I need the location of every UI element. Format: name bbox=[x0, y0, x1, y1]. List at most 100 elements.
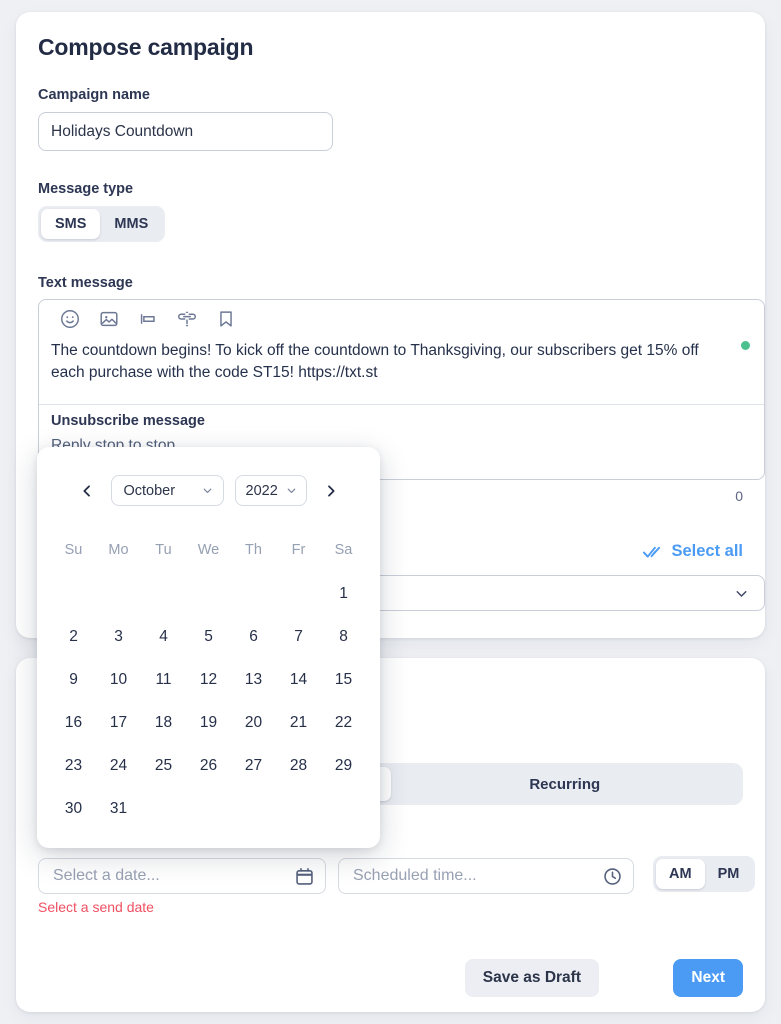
calendar-day-9[interactable]: 9 bbox=[51, 658, 96, 701]
calendar-day-11[interactable]: 11 bbox=[141, 658, 186, 701]
calendar-week-row: 30 31 bbox=[37, 787, 380, 830]
scheduled-time-placeholder: Scheduled time... bbox=[353, 867, 477, 884]
clock-icon[interactable] bbox=[602, 866, 623, 887]
meridiem-option-pm[interactable]: PM bbox=[705, 859, 753, 889]
chevron-right-icon[interactable] bbox=[318, 478, 344, 504]
calendar-day-20[interactable]: 20 bbox=[231, 701, 276, 744]
app-root: Compose campaign Campaign name Message t… bbox=[0, 0, 781, 1024]
calendar-day-8[interactable]: 8 bbox=[321, 615, 366, 658]
calendar-day-29[interactable]: 29 bbox=[321, 744, 366, 787]
calendar-day-17[interactable]: 17 bbox=[96, 701, 141, 744]
calendar-day-4[interactable]: 4 bbox=[141, 615, 186, 658]
send-date-input[interactable]: Select a date... bbox=[38, 858, 326, 894]
calendar-week-row: 1 bbox=[37, 572, 380, 615]
merge-field-icon[interactable] bbox=[137, 308, 159, 330]
select-all-label: Select all bbox=[671, 542, 743, 560]
send-date-placeholder: Select a date... bbox=[53, 867, 160, 884]
calendar-day-empty bbox=[231, 572, 276, 615]
save-as-draft-button[interactable]: Save as Draft bbox=[464, 959, 599, 997]
short-link-icon[interactable] bbox=[176, 308, 198, 330]
calendar-day-empty bbox=[186, 572, 231, 615]
calendar-day-empty bbox=[96, 572, 141, 615]
next-button[interactable]: Next bbox=[673, 959, 743, 997]
calendar-day-empty bbox=[141, 787, 186, 830]
editor-divider bbox=[39, 404, 764, 405]
chevron-left-icon[interactable] bbox=[74, 478, 100, 504]
weekday-fr: Fr bbox=[291, 542, 306, 558]
calendar-day-5[interactable]: 5 bbox=[186, 615, 231, 658]
scheduled-time-input[interactable]: Scheduled time... bbox=[338, 858, 634, 894]
weekday-header-row: Su Mo Tu We Th Fr Sa bbox=[37, 542, 380, 558]
calendar-day-21[interactable]: 21 bbox=[276, 701, 321, 744]
calendar-day-6[interactable]: 6 bbox=[231, 615, 276, 658]
weekday-sa: Sa bbox=[334, 542, 353, 558]
calendar-day-3[interactable]: 3 bbox=[96, 615, 141, 658]
calendar-grid: 1 2 3 4 5 6 7 8 9 10 11 12 13 14 15 16 17 18 19 20 21 22 23 24 2… bbox=[37, 572, 380, 830]
calendar-day-14[interactable]: 14 bbox=[276, 658, 321, 701]
message-type-option-sms[interactable]: SMS bbox=[41, 209, 101, 239]
image-icon[interactable] bbox=[98, 308, 120, 330]
calendar-day-10[interactable]: 10 bbox=[96, 658, 141, 701]
calendar-day-26[interactable]: 26 bbox=[186, 744, 231, 787]
calendar-day-7[interactable]: 7 bbox=[276, 615, 321, 658]
calendar-day-empty bbox=[321, 787, 366, 830]
calendar-day-25[interactable]: 25 bbox=[141, 744, 186, 787]
month-value: October bbox=[123, 482, 176, 499]
calendar-day-22[interactable]: 22 bbox=[321, 701, 366, 744]
schedule-mode-option-recurring[interactable]: Recurring bbox=[391, 767, 740, 801]
calendar-day-12[interactable]: 12 bbox=[186, 658, 231, 701]
editor-toolbar bbox=[39, 300, 764, 334]
meridiem-option-am[interactable]: AM bbox=[656, 859, 705, 889]
message-status-dot bbox=[741, 341, 750, 350]
calendar-day-2[interactable]: 2 bbox=[51, 615, 96, 658]
template-bookmark-icon[interactable] bbox=[215, 308, 237, 330]
year-select[interactable]: 2022 bbox=[234, 475, 307, 506]
meridiem-toggle[interactable]: AM PM bbox=[653, 856, 756, 892]
calendar-week-row: 23 24 25 26 27 28 29 bbox=[37, 744, 380, 787]
calendar-day-18[interactable]: 18 bbox=[141, 701, 186, 744]
calendar-day-13[interactable]: 13 bbox=[231, 658, 276, 701]
message-body-text[interactable]: The countdown begins! To kick off the co… bbox=[39, 334, 764, 384]
date-picker-popup: October 2022 Su Mo Tu We Th Fr Sa 1 2 3 4 5 6 7 8 9 10 1… bbox=[37, 447, 380, 848]
calendar-week-row: 9 10 11 12 13 14 15 bbox=[37, 658, 380, 701]
emoji-icon[interactable] bbox=[59, 308, 81, 330]
send-date-error: Select a send date bbox=[38, 899, 154, 915]
calendar-icon[interactable] bbox=[294, 866, 315, 887]
message-type-label: Message type bbox=[38, 181, 134, 197]
calendar-day-24[interactable]: 24 bbox=[96, 744, 141, 787]
calendar-day-19[interactable]: 19 bbox=[186, 701, 231, 744]
calendar-day-empty bbox=[231, 787, 276, 830]
calendar-day-31[interactable]: 31 bbox=[96, 787, 141, 830]
weekday-tu: Tu bbox=[155, 542, 172, 558]
chevron-down-icon bbox=[285, 484, 298, 497]
calendar-week-row: 16 17 18 19 20 21 22 bbox=[37, 701, 380, 744]
calendar-week-row: 2345678 bbox=[37, 615, 380, 658]
calendar-day-empty bbox=[51, 572, 96, 615]
campaign-name-input[interactable] bbox=[38, 112, 333, 151]
calendar-day-30[interactable]: 30 bbox=[51, 787, 96, 830]
calendar-day-empty bbox=[276, 787, 321, 830]
month-select[interactable]: October bbox=[110, 475, 224, 506]
weekday-th: Th bbox=[245, 542, 262, 558]
calendar-day-23[interactable]: 23 bbox=[51, 744, 96, 787]
calendar-day-empty bbox=[186, 787, 231, 830]
calendar-day-empty bbox=[141, 572, 186, 615]
calendar-day-27[interactable]: 27 bbox=[231, 744, 276, 787]
message-type-toggle[interactable]: SMS MMS bbox=[38, 206, 166, 242]
message-type-option-mms[interactable]: MMS bbox=[100, 209, 162, 239]
weekday-mo: Mo bbox=[108, 542, 129, 558]
select-all-button[interactable]: Select all bbox=[643, 542, 743, 561]
text-message-label: Text message bbox=[38, 275, 133, 291]
calendar-day-15[interactable]: 15 bbox=[321, 658, 366, 701]
double-check-icon bbox=[643, 546, 661, 558]
calendar-day-16[interactable]: 16 bbox=[51, 701, 96, 744]
calendar-day-28[interactable]: 28 bbox=[276, 744, 321, 787]
unsubscribe-label: Unsubscribe message bbox=[51, 413, 205, 429]
campaign-name-label: Campaign name bbox=[38, 87, 150, 103]
chevron-down-icon bbox=[201, 484, 214, 497]
weekday-we: We bbox=[197, 542, 220, 558]
date-picker-header: October 2022 bbox=[37, 447, 380, 506]
page-title: Compose campaign bbox=[38, 34, 254, 60]
calendar-day-1[interactable]: 1 bbox=[321, 572, 366, 615]
year-value: 2022 bbox=[245, 482, 278, 499]
